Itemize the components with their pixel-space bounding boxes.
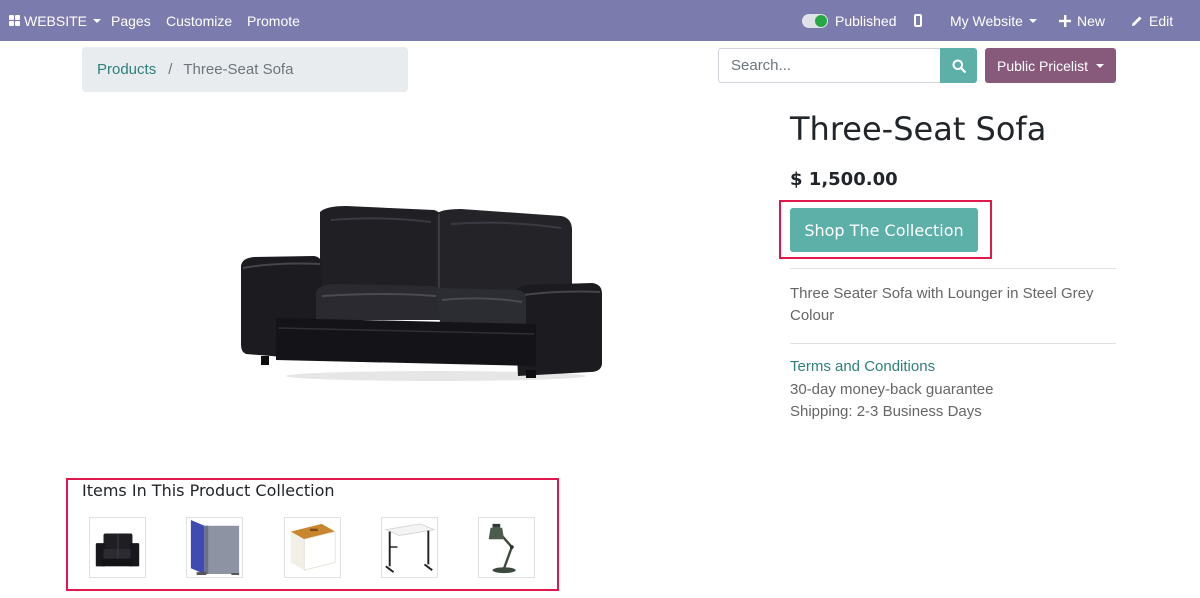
- my-website-label: My Website: [950, 12, 1023, 29]
- published-label: Published: [835, 12, 897, 29]
- collection-item-thumbnail[interactable]: [284, 517, 341, 578]
- pricelist-label: Public Pricelist: [996, 57, 1089, 74]
- black-leather-sofa-image: [241, 206, 602, 381]
- customize-menu-label: Customize: [166, 12, 233, 29]
- edit-label: Edit: [1149, 12, 1174, 29]
- website-menu-label: WEBSITE: [24, 12, 88, 29]
- collection-item-thumbnail[interactable]: [186, 517, 243, 578]
- terms-and-conditions-link[interactable]: Terms and Conditions: [790, 358, 935, 375]
- pricelist-dropdown[interactable]: Public Pricelist: [985, 48, 1116, 83]
- guarantee-text: 30-day money-back guarantee: [790, 381, 994, 398]
- breadcrumb: Products / Three-Seat Sofa: [82, 47, 408, 92]
- promote-menu-label: Promote: [247, 12, 300, 29]
- website-menu[interactable]: WEBSITE: [9, 0, 102, 41]
- customize-menu[interactable]: Customize: [166, 0, 232, 41]
- caret-down-icon: [93, 18, 102, 23]
- breadcrumb-current: Three-Seat Sofa: [183, 61, 294, 78]
- product-title: Three-Seat Sofa: [790, 110, 1047, 148]
- wooden-top-storage-box-thumbnail: [290, 523, 336, 571]
- divider: [790, 343, 1116, 344]
- breadcrumb-separator: /: [168, 61, 173, 78]
- product-price: $ 1,500.00: [790, 169, 898, 190]
- search-input[interactable]: [718, 48, 940, 83]
- pages-menu[interactable]: Pages: [111, 0, 151, 41]
- product-image: [236, 200, 608, 382]
- product-description: Three Seater Sofa with Lounger in Steel …: [790, 285, 1094, 324]
- new-label: New: [1077, 12, 1106, 29]
- desk-lamp-thumbnail: [488, 523, 516, 574]
- caret-down-icon: [1096, 63, 1105, 68]
- search-icon: [952, 59, 966, 73]
- pencil-icon: [1132, 16, 1142, 26]
- new-button[interactable]: New: [1059, 0, 1105, 41]
- collection-item-thumbnail[interactable]: [381, 517, 438, 578]
- edit-button[interactable]: Edit: [1131, 0, 1173, 41]
- search-button[interactable]: [940, 48, 977, 83]
- black-loveseat-thumbnail: [95, 533, 140, 567]
- promote-menu[interactable]: Promote: [247, 0, 300, 41]
- my-website-menu[interactable]: My Website: [950, 0, 1037, 41]
- mobile-preview-button[interactable]: [914, 0, 922, 41]
- apps-grid-icon: [9, 15, 20, 26]
- divider: [790, 268, 1116, 269]
- published-toggle[interactable]: Published: [802, 0, 897, 41]
- top-navbar: WEBSITE Pages Customize Promote Publishe…: [0, 0, 1200, 41]
- white-desk-thumbnail: [384, 523, 436, 573]
- collection-item-thumbnail[interactable]: [478, 517, 535, 578]
- breadcrumb-products-link[interactable]: Products: [97, 61, 156, 78]
- shop-collection-button[interactable]: Shop The Collection: [790, 208, 978, 252]
- shipping-text: Shipping: 2-3 Business Days: [790, 403, 982, 420]
- pages-menu-label: Pages: [111, 12, 151, 29]
- plus-icon: [1059, 14, 1071, 27]
- caret-down-icon: [1028, 18, 1037, 23]
- toggle-switch-icon: [802, 13, 828, 28]
- collection-item-thumbnail[interactable]: [89, 517, 146, 578]
- collection-title: Items In This Product Collection: [82, 481, 335, 500]
- blue-panel-screen-thumbnail: [190, 520, 240, 575]
- mobile-preview-icon: [914, 14, 922, 27]
